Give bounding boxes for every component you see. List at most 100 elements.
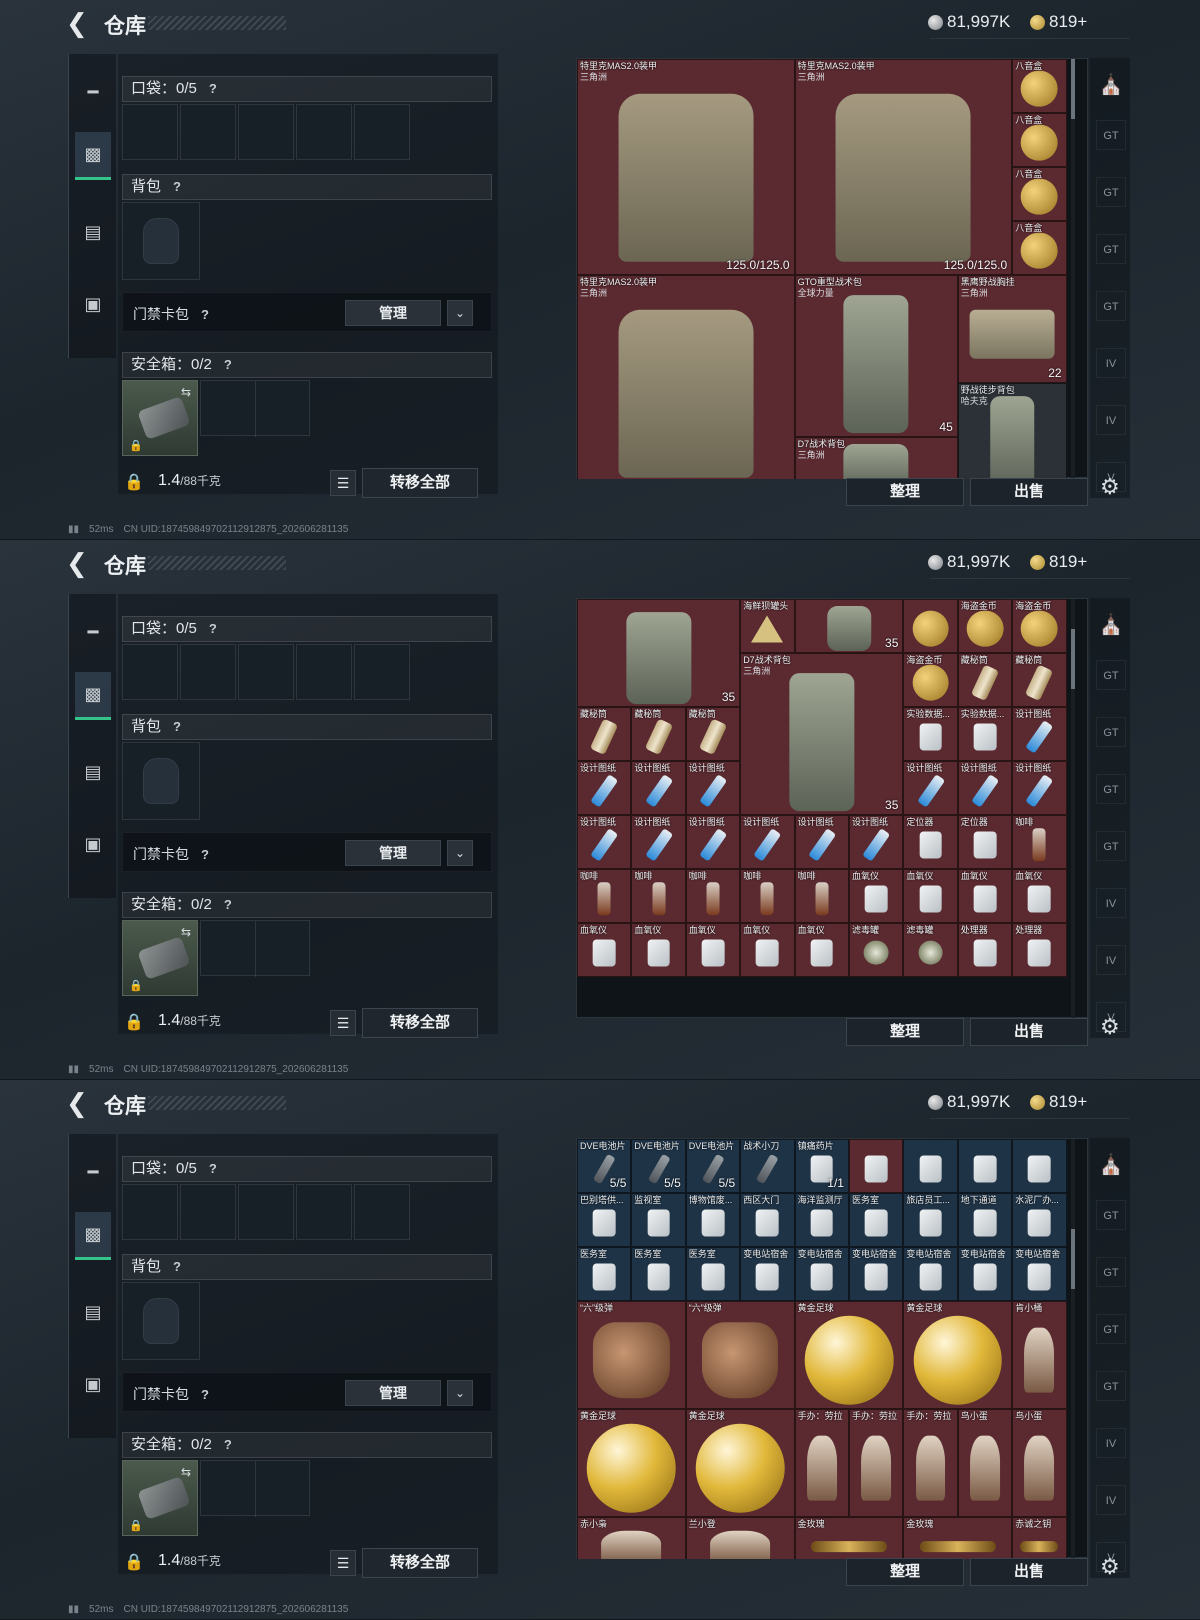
inventory-item[interactable]: 血氧仪 bbox=[631, 923, 686, 977]
inventory-item[interactable]: 实验数据... bbox=[903, 707, 958, 761]
inventory-item[interactable]: 变电站宿舍 bbox=[794, 1247, 849, 1301]
pocket-slot[interactable] bbox=[180, 644, 236, 700]
pocket-slot[interactable] bbox=[238, 104, 294, 160]
pocket-slot[interactable] bbox=[122, 1184, 178, 1240]
backpack-slot[interactable] bbox=[122, 742, 200, 820]
inventory-item[interactable]: 医务室 bbox=[577, 1247, 632, 1301]
safebox-help-icon[interactable]: ? bbox=[220, 897, 236, 913]
inventory-item[interactable]: 血氧仪 bbox=[903, 869, 958, 923]
inventory-item[interactable] bbox=[957, 1139, 1013, 1193]
manage-button[interactable]: 管理 bbox=[345, 840, 441, 866]
pocket-slot[interactable] bbox=[180, 1184, 236, 1240]
inventory-item[interactable]: GTO重型战术包 全球力量 45 bbox=[794, 275, 958, 437]
inventory-item[interactable]: 黑鹰野战胸挂 三角洲 22 bbox=[957, 275, 1067, 383]
side-filter-icon[interactable]: GT bbox=[1096, 1371, 1126, 1401]
inventory-item[interactable]: 设计图纸 bbox=[631, 815, 686, 869]
inventory-item[interactable]: 藏秘筒 bbox=[685, 707, 741, 761]
grid-scrollbar[interactable] bbox=[1071, 59, 1075, 479]
inventory-item[interactable]: 兰小登 bbox=[685, 1517, 795, 1559]
inventory-item[interactable]: 变电站宿舍 bbox=[740, 1247, 795, 1301]
inventory-item[interactable]: D7战术背包 三角洲 35 bbox=[740, 653, 904, 815]
side-filter-icon[interactable]: GT bbox=[1096, 177, 1126, 207]
inventory-item[interactable]: 海洋监测厅 bbox=[794, 1193, 849, 1247]
warehouse-home-icon[interactable]: ⛪ bbox=[1096, 1150, 1126, 1180]
silver-currency[interactable]: 81,997K bbox=[928, 552, 1010, 572]
inventory-item[interactable]: 八音盒 bbox=[1012, 221, 1067, 275]
inventory-item[interactable]: 设计图纸 bbox=[577, 815, 632, 869]
pocket-help-icon[interactable]: ? bbox=[205, 621, 221, 637]
inventory-item[interactable] bbox=[1012, 1139, 1067, 1193]
inventory-item[interactable]: 野战徒步背包 哈夫克 bbox=[957, 383, 1067, 479]
inventory-item[interactable]: 血氧仪 bbox=[1012, 869, 1067, 923]
equipment-tab-icon[interactable]: ▩ bbox=[75, 672, 111, 720]
inventory-item[interactable]: 滤毒罐 bbox=[903, 923, 958, 977]
inventory-item[interactable]: 咖啡 bbox=[1012, 815, 1067, 869]
warehouse-home-icon[interactable]: ⛪ bbox=[1096, 610, 1126, 640]
inventory-item[interactable]: 黄金足球 bbox=[685, 1409, 795, 1517]
backpack-slot[interactable] bbox=[122, 202, 200, 280]
inventory-item[interactable]: 35 bbox=[577, 599, 741, 707]
backpack-slot[interactable] bbox=[122, 1282, 200, 1360]
inventory-item[interactable]: DVE电池片 5/5 bbox=[631, 1139, 686, 1193]
pocket-help-icon[interactable]: ? bbox=[205, 1161, 221, 1177]
inventory-item[interactable]: 手办：劳拉 bbox=[794, 1409, 849, 1517]
sell-button[interactable]: 出售 bbox=[970, 1558, 1088, 1586]
inventory-item[interactable]: 特里克MAS2.0装甲 三角洲 bbox=[577, 275, 795, 479]
equipment-tab-icon[interactable]: ▩ bbox=[75, 132, 111, 180]
gear-icon[interactable]: ⚙ bbox=[1100, 1014, 1120, 1040]
inventory-item[interactable]: 海鲜狈罐头 bbox=[740, 599, 795, 653]
briefcase-tab-icon[interactable]: ▣ bbox=[75, 820, 111, 868]
inventory-item[interactable]: 监视室 bbox=[631, 1193, 686, 1247]
inventory-item[interactable]: 肯小桶 bbox=[1012, 1301, 1067, 1409]
inventory-item[interactable]: 海盗金币 bbox=[957, 599, 1013, 653]
inventory-item[interactable]: 变电站宿舍 bbox=[957, 1247, 1013, 1301]
safebox-item[interactable]: ⇆ 🔒 bbox=[122, 920, 198, 996]
side-filter-icon[interactable]: IV bbox=[1096, 348, 1126, 378]
inventory-item[interactable]: 血氧仪 bbox=[957, 869, 1013, 923]
inventory-item[interactable]: 海盗金币 bbox=[903, 653, 958, 707]
side-filter-icon[interactable]: GT bbox=[1096, 660, 1126, 690]
inventory-item[interactable] bbox=[903, 1139, 958, 1193]
weapon-tab-icon[interactable]: ━ bbox=[75, 68, 111, 116]
gold-currency[interactable]: 819+ bbox=[1030, 1092, 1087, 1112]
briefcase-tab-icon[interactable]: ▣ bbox=[75, 280, 111, 328]
inventory-item[interactable]: 八音盒 bbox=[1012, 167, 1067, 221]
inventory-item[interactable]: 血氧仪 bbox=[740, 923, 795, 977]
side-filter-icon[interactable]: GT bbox=[1096, 1257, 1126, 1287]
inventory-item[interactable]: 赤诚之钥 bbox=[1012, 1517, 1067, 1559]
chevron-down-icon[interactable]: ⌄ bbox=[447, 1380, 473, 1406]
side-filter-icon[interactable]: IV bbox=[1096, 1428, 1126, 1458]
side-filter-icon[interactable]: IV bbox=[1096, 405, 1126, 435]
side-filter-icon[interactable]: GT bbox=[1096, 291, 1126, 321]
inventory-item[interactable]: 变电站宿舍 bbox=[903, 1247, 958, 1301]
safebox-help-icon[interactable]: ? bbox=[220, 357, 236, 373]
gold-currency[interactable]: 819+ bbox=[1030, 12, 1087, 32]
backpack-help-icon[interactable]: ? bbox=[169, 1259, 185, 1275]
side-filter-icon[interactable]: IV bbox=[1096, 888, 1126, 918]
pocket-slot[interactable] bbox=[354, 1184, 410, 1240]
inventory-item[interactable]: 处理器 bbox=[1012, 923, 1067, 977]
back-arrow-icon[interactable]: ❮ bbox=[66, 9, 92, 37]
inventory-item[interactable]: 设计图纸 bbox=[1012, 761, 1067, 815]
inventory-item[interactable]: 实验数据... bbox=[957, 707, 1013, 761]
inventory-item[interactable]: DVE电池片 5/5 bbox=[685, 1139, 741, 1193]
inventory-item[interactable]: 处理器 bbox=[957, 923, 1013, 977]
inventory-item[interactable]: 藏秘筒 bbox=[957, 653, 1013, 707]
side-filter-icon[interactable]: GT bbox=[1096, 1200, 1126, 1230]
pocket-slot[interactable] bbox=[296, 1184, 352, 1240]
inventory-item[interactable]: 设计图纸 bbox=[577, 761, 632, 815]
inventory-item[interactable]: 藏秘筒 bbox=[577, 707, 632, 761]
inventory-item[interactable]: 金玫瑰 bbox=[794, 1517, 904, 1559]
inventory-item[interactable] bbox=[849, 1139, 904, 1193]
inventory-item[interactable]: 设计图纸 bbox=[903, 761, 958, 815]
inventory-item[interactable]: 滤毒罐 bbox=[849, 923, 904, 977]
inventory-item[interactable]: 设计图纸 bbox=[685, 815, 741, 869]
gear-icon[interactable]: ⚙ bbox=[1100, 1554, 1120, 1580]
inventory-item[interactable]: 变电站宿舍 bbox=[1012, 1247, 1067, 1301]
safebox-slot[interactable] bbox=[200, 1460, 310, 1517]
inventory-item[interactable]: 变电站宿舍 bbox=[849, 1247, 904, 1301]
equipment-tab-icon[interactable]: ▩ bbox=[75, 1212, 111, 1260]
inventory-item[interactable]: 地下通道 bbox=[957, 1193, 1013, 1247]
weapon-tab-icon[interactable]: ━ bbox=[75, 608, 111, 656]
list-icon[interactable]: ☰ bbox=[330, 1010, 356, 1036]
